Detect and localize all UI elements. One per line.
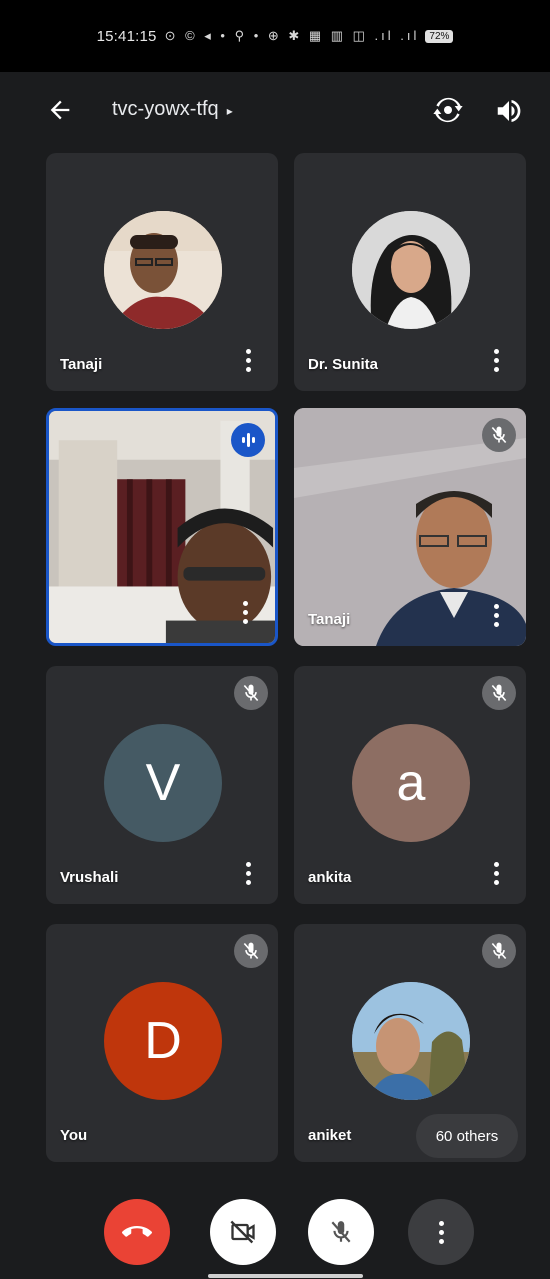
more-options-button[interactable] bbox=[408, 1199, 474, 1265]
participant-name: Tanaji bbox=[60, 356, 103, 373]
participant-photo bbox=[352, 982, 470, 1100]
participant-name: Vrushali bbox=[60, 869, 119, 886]
more-vert-icon[interactable] bbox=[244, 349, 252, 375]
end-call-icon bbox=[122, 1226, 152, 1237]
participant-name: aniket bbox=[308, 1127, 352, 1144]
avatar-initial: D bbox=[104, 982, 222, 1100]
mic-off-icon bbox=[331, 1221, 351, 1243]
more-vert-icon[interactable] bbox=[241, 601, 249, 627]
more-vert-icon[interactable] bbox=[492, 349, 500, 375]
caret-right-icon: ▸ bbox=[226, 104, 233, 118]
participant-photo bbox=[352, 211, 470, 329]
status-icons: ⊙ © ◂ • ⚲ • ⊕ ✱ ▦ ▥ ◫ .ıl .ıl bbox=[164, 28, 420, 43]
participant-photo bbox=[104, 211, 222, 329]
participant-tile[interactable]: Dr. Sunita bbox=[294, 153, 526, 391]
more-options-icon bbox=[438, 1220, 444, 1244]
speaker-icon[interactable] bbox=[494, 96, 524, 126]
more-vert-icon[interactable] bbox=[244, 862, 252, 888]
participant-video-tile[interactable]: Tanaji bbox=[294, 408, 526, 646]
participant-video-tile-active[interactable] bbox=[46, 408, 278, 646]
back-arrow-icon[interactable] bbox=[46, 96, 74, 124]
mic-toggle-button[interactable] bbox=[308, 1199, 374, 1265]
avatar bbox=[352, 982, 470, 1100]
more-vert-icon[interactable] bbox=[492, 604, 500, 630]
avatar bbox=[352, 211, 470, 329]
participant-tile[interactable]: Tanaji bbox=[46, 153, 278, 391]
mic-muted-icon bbox=[234, 934, 268, 968]
home-indicator[interactable] bbox=[208, 1274, 363, 1278]
avatar-initial: V bbox=[104, 724, 222, 842]
call-controls bbox=[0, 1180, 550, 1270]
others-badge[interactable]: 60 others bbox=[416, 1114, 518, 1158]
avatar bbox=[104, 211, 222, 329]
mic-muted-icon bbox=[482, 418, 516, 452]
participant-name: Tanaji bbox=[308, 611, 351, 628]
status-bar: 15:41:15 ⊙ © ◂ • ⚲ • ⊕ ✱ ▦ ▥ ◫ .ıl .ıl 7… bbox=[0, 0, 550, 72]
meeting-header: tvc-yowx-tfq ▸ bbox=[0, 72, 550, 150]
meeting-code[interactable]: tvc-yowx-tfq ▸ bbox=[112, 98, 233, 121]
battery-level: 72% bbox=[425, 29, 454, 43]
participant-tile[interactable]: V Vrushali bbox=[46, 666, 278, 904]
participant-name: Dr. Sunita bbox=[308, 356, 379, 373]
avatar-initial: a bbox=[352, 724, 470, 842]
more-vert-icon[interactable] bbox=[492, 862, 500, 888]
participant-name: You bbox=[60, 1127, 88, 1144]
participant-name: ankita bbox=[308, 869, 352, 886]
meeting-code-text: tvc-yowx-tfq bbox=[112, 98, 219, 120]
mic-muted-icon bbox=[482, 676, 516, 710]
camera-off-icon bbox=[230, 1220, 255, 1244]
participant-tile-self[interactable]: D You bbox=[46, 924, 278, 1162]
status-time: 15:41:15 bbox=[96, 27, 157, 45]
speaking-indicator-icon bbox=[231, 423, 265, 457]
end-call-button[interactable] bbox=[104, 1199, 170, 1265]
mic-muted-icon bbox=[482, 934, 516, 968]
camera-toggle-button[interactable] bbox=[210, 1199, 276, 1265]
mic-muted-icon bbox=[234, 676, 268, 710]
switch-camera-icon[interactable] bbox=[432, 94, 464, 126]
participant-tile[interactable]: a ankita bbox=[294, 666, 526, 904]
